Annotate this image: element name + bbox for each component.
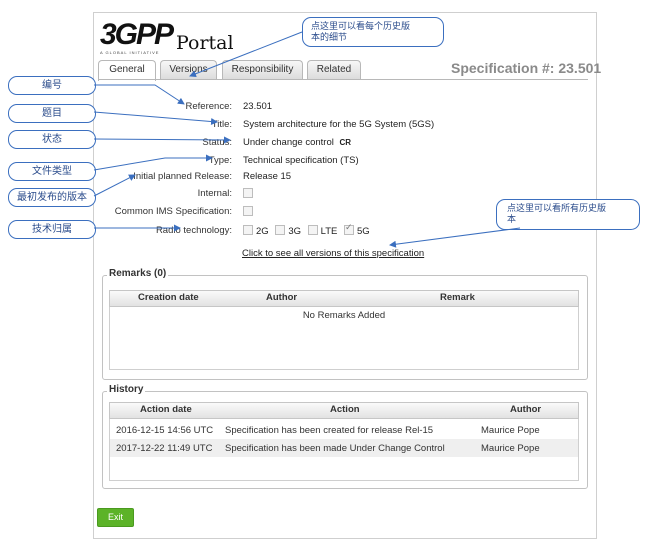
status-text: Under change control	[243, 137, 334, 148]
radio-2g-label: 2G	[256, 226, 269, 237]
callout-number: 编号	[8, 76, 96, 95]
callout-release: 最初发布的版本	[8, 188, 96, 207]
history-row-author: Maurice Pope	[481, 443, 540, 454]
table-row[interactable]: 2016-12-15 14:56 UTC Specification has b…	[110, 421, 578, 439]
tab-general[interactable]: General	[98, 60, 156, 81]
history-row-date: 2017-12-22 11:49 UTC	[116, 443, 213, 454]
3gpp-logo: 3GPP A GLOBAL INITIATIVE Portal	[100, 18, 234, 60]
table-row[interactable]: 2017-12-22 11:49 UTC Specification has b…	[110, 439, 578, 457]
radio-3g-label: 3G	[288, 226, 302, 237]
history-row-action: Specification has been created for relea…	[225, 425, 434, 436]
all-versions-link[interactable]: Click to see all versions of this specif…	[242, 248, 424, 259]
history-body: 2016-12-15 14:56 UTC Specification has b…	[109, 419, 579, 481]
callout-type: 文件类型	[8, 162, 96, 181]
radio-lte-checkbox[interactable]	[307, 225, 318, 235]
ims-label: Common IMS Specification:	[114, 206, 232, 217]
callout-version-details: 点这里可以看每个历史版 本的细节	[302, 17, 444, 47]
cr-badge: CR	[339, 138, 352, 147]
ims-field	[243, 206, 256, 218]
history-col-author[interactable]: Author	[510, 404, 541, 415]
radio-3g-checkbox[interactable]	[275, 225, 286, 235]
history-col-action[interactable]: Action	[330, 404, 360, 415]
title-value: System architecture for the 5G System (5…	[243, 119, 435, 130]
internal-checkbox[interactable]	[243, 188, 253, 198]
callout-title: 题目	[8, 104, 96, 123]
remarks-col-author[interactable]: Author	[266, 292, 297, 303]
radio-lte-label: LTE	[320, 226, 338, 237]
callout-all-line2: 本	[507, 214, 517, 224]
remarks-body: No Remarks Added	[109, 307, 579, 370]
history-legend: History	[107, 384, 146, 395]
callout-details-line1: 点这里可以看每个历史版	[311, 21, 411, 31]
radio-2g-checkbox[interactable]	[243, 225, 253, 235]
remarks-header: Creation date Author Remark	[109, 290, 579, 307]
remarks-col-remark[interactable]: Remark	[440, 292, 475, 303]
radio-tech-options: 2G 3G LTE 5G	[243, 222, 374, 237]
status-value: Under change control CR	[243, 137, 351, 148]
history-row-author: Maurice Pope	[481, 425, 540, 436]
callout-status: 状态	[8, 130, 96, 149]
exit-button[interactable]: Exit	[97, 508, 134, 527]
release-value: Release 15	[243, 171, 292, 182]
tab-divider	[98, 79, 588, 80]
remarks-col-creation-date[interactable]: Creation date	[138, 292, 199, 303]
type-value: Technical specification (TS)	[243, 155, 359, 166]
history-row-action: Specification has been made Under Change…	[225, 443, 445, 454]
logo-tagline: A GLOBAL INITIATIVE	[100, 50, 160, 55]
history-row-date: 2016-12-15 14:56 UTC	[116, 425, 214, 436]
internal-field	[243, 188, 256, 200]
logo-portal: Portal	[176, 32, 234, 54]
logo-mark: 3GPP	[100, 18, 174, 51]
reference-value: 23.501	[243, 101, 273, 112]
callout-tech: 技术归属	[8, 220, 96, 239]
tab-versions[interactable]: Versions	[160, 60, 217, 79]
radio-5g-checkbox[interactable]	[344, 222, 355, 235]
remarks-empty-text: No Remarks Added	[302, 310, 386, 321]
specification-number: Specification #: 23.501	[451, 60, 602, 76]
callout-details-line2: 本的细节	[311, 32, 348, 42]
ims-checkbox[interactable]	[243, 206, 253, 216]
callout-all-line1: 点这里可以看所有历史版	[507, 203, 607, 213]
history-header: Action date Action Author	[109, 402, 579, 419]
history-col-action-date[interactable]: Action date	[140, 404, 192, 415]
tab-related[interactable]: Related	[307, 60, 361, 79]
remarks-legend: Remarks (0)	[107, 268, 169, 279]
callout-all-versions: 点这里可以看所有历史版 本	[496, 199, 640, 230]
tab-responsibility[interactable]: Responsibility	[222, 60, 303, 79]
radio-5g-label: 5G	[357, 226, 370, 237]
